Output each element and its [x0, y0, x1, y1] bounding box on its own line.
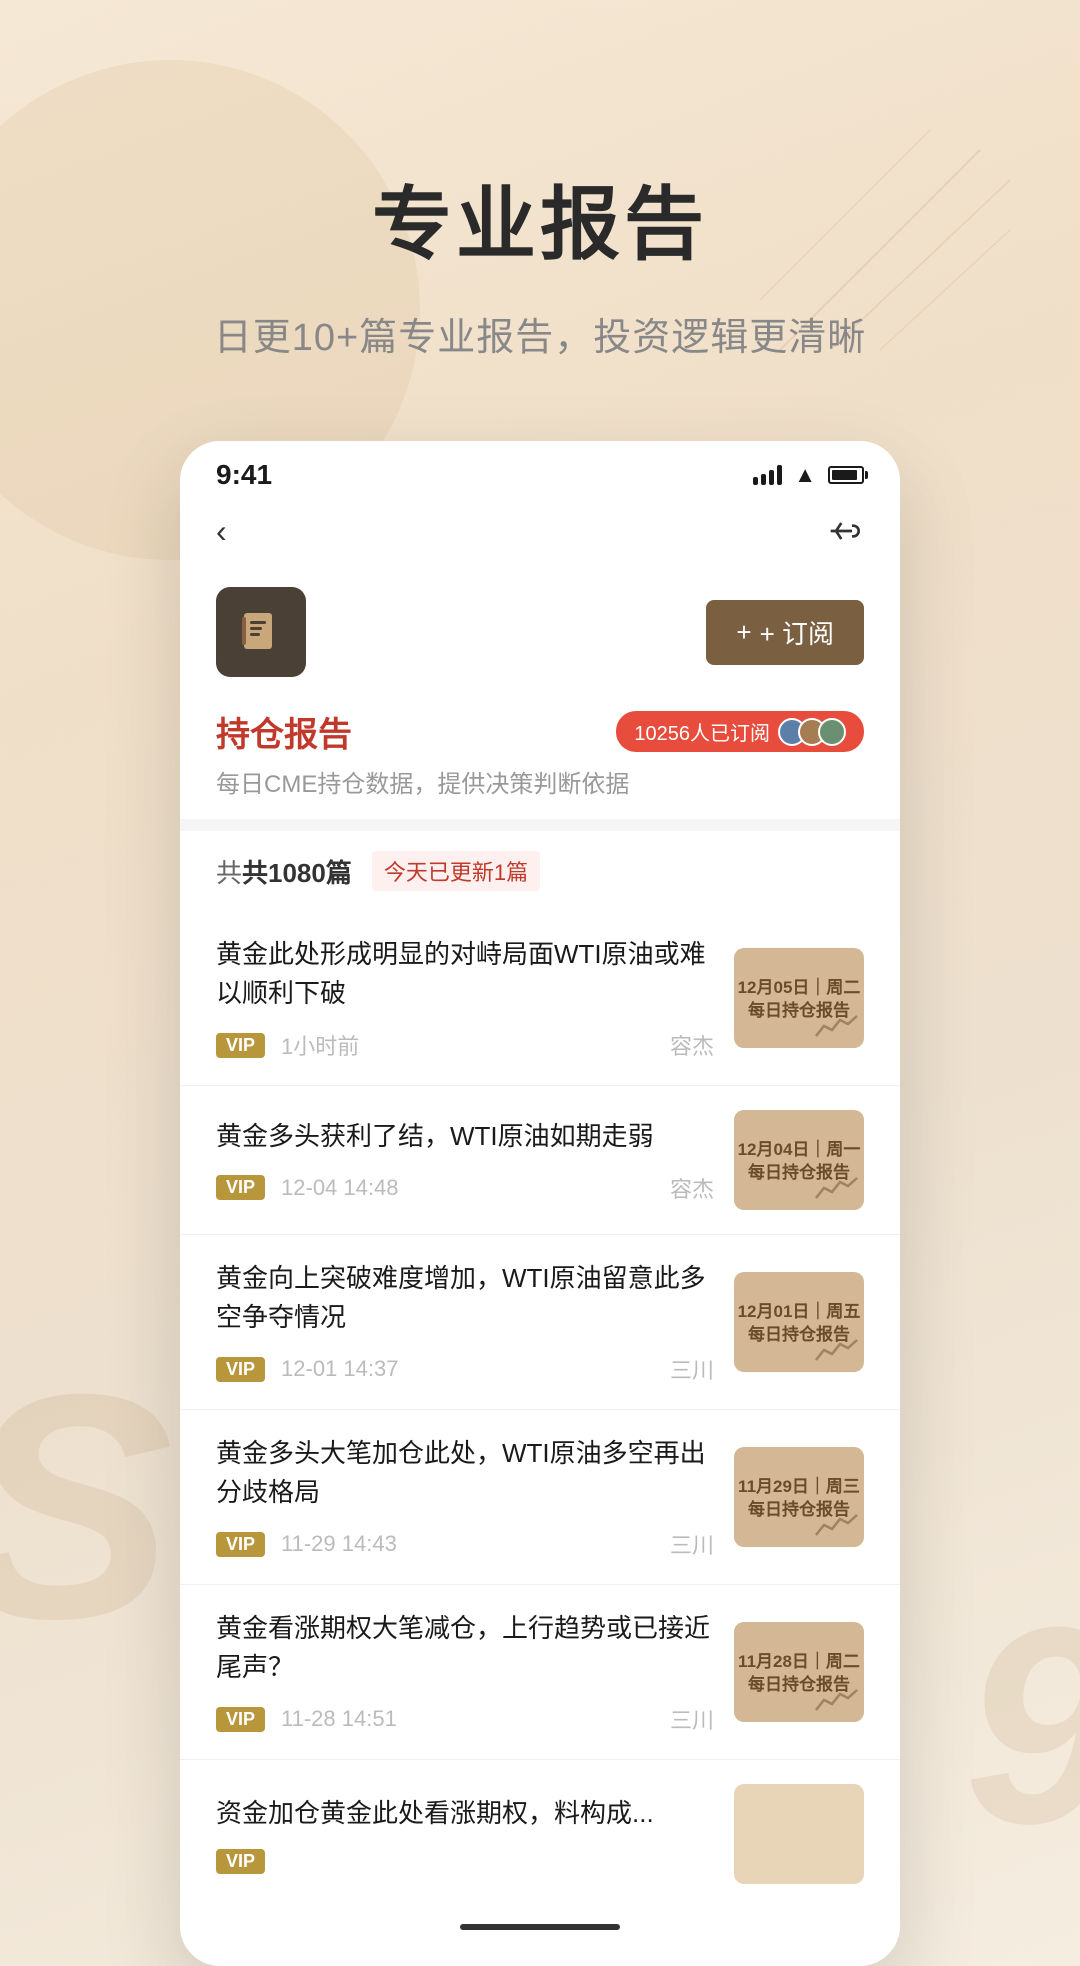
article-content: 资金加仓黄金此处看涨期权，料构成... VIP — [216, 1794, 714, 1874]
article-count: 共共1080篇 — [216, 853, 352, 890]
article-author: 容杰 — [670, 1029, 714, 1061]
article-meta: VIP — [216, 1849, 714, 1874]
article-time: 12-04 14:48 — [281, 1175, 398, 1201]
signal-icon — [753, 465, 782, 485]
channel-name: 持仓报告 — [216, 707, 352, 756]
subscribe-label: + 订阅 — [760, 614, 834, 651]
share-button[interactable] — [824, 511, 864, 551]
back-button[interactable]: ‹ — [216, 513, 227, 550]
page-main-title: 专业报告 — [372, 160, 708, 276]
subscribe-plus: + — [736, 617, 751, 648]
article-content: 黄金向上突破难度增加，WTI原油留意此多空争夺情况 VIP 12-01 14:3… — [216, 1259, 714, 1385]
article-thumbnail — [734, 1784, 864, 1884]
channel-info: 持仓报告 10256人已订阅 每日CME持仓数据，提供决策判断依据 — [180, 697, 900, 819]
list-item[interactable]: 黄金向上突破难度增加，WTI原油留意此多空争夺情况 VIP 12-01 14:3… — [180, 1235, 900, 1410]
article-time: 1小时前 — [281, 1029, 359, 1061]
article-content: 黄金此处形成明显的对峙局面WTI原油或难以顺利下破 VIP 1小时前 容杰 — [216, 935, 714, 1061]
subscriber-count: 10256人已订阅 — [634, 717, 770, 746]
article-meta: VIP 1小时前 容杰 — [216, 1029, 714, 1061]
phone-mockup: 9:41 ▲ ‹ — [180, 441, 900, 1966]
status-bar: 9:41 ▲ — [180, 441, 900, 501]
channel-header: + + 订阅 — [180, 567, 900, 697]
avatar-3 — [818, 718, 846, 746]
bottom-indicator — [180, 1908, 900, 1946]
vip-badge: VIP — [216, 1707, 265, 1732]
thumb-date: 11月29日｜周三 — [738, 1472, 860, 1497]
article-content: 黄金多头大笔加仓此处，WTI原油多空再出分歧格局 VIP 11-29 14:43… — [216, 1434, 714, 1560]
list-item[interactable]: 黄金多头获利了结，WTI原油如期走弱 VIP 12-04 14:48 容杰 12… — [180, 1086, 900, 1235]
article-thumbnail: 12月01日｜周五 每日持仓报告 — [734, 1272, 864, 1372]
article-content: 黄金看涨期权大笔减仓，上行趋势或已接近尾声？ VIP 11-28 14:51 三… — [216, 1609, 714, 1735]
article-time: 12-01 14:37 — [281, 1356, 398, 1382]
article-time: 11-29 14:43 — [281, 1531, 397, 1557]
thumb-date: 12月04日｜周一 — [738, 1135, 861, 1160]
article-thumbnail: 11月29日｜周三 每日持仓报告 — [734, 1447, 864, 1547]
article-meta: VIP 12-04 14:48 容杰 — [216, 1172, 714, 1204]
article-title: 黄金此处形成明显的对峙局面WTI原油或难以顺利下破 — [216, 935, 714, 1013]
list-item[interactable]: 黄金多头大笔加仓此处，WTI原油多空再出分歧格局 VIP 11-29 14:43… — [180, 1410, 900, 1585]
article-title: 黄金看涨期权大笔减仓，上行趋势或已接近尾声？ — [216, 1609, 714, 1687]
nav-bar: ‹ — [180, 501, 900, 567]
article-thumbnail: 11月28日｜周二 每日持仓报告 — [734, 1622, 864, 1722]
subscribe-button[interactable]: + + 订阅 — [706, 600, 864, 665]
list-item[interactable]: 黄金此处形成明显的对峙局面WTI原油或难以顺利下破 VIP 1小时前 容杰 12… — [180, 911, 900, 1086]
section-divider — [180, 819, 900, 831]
article-title: 黄金向上突破难度增加，WTI原油留意此多空争夺情况 — [216, 1259, 714, 1337]
article-meta: VIP 11-29 14:43 三川 — [216, 1528, 714, 1560]
article-title: 资金加仓黄金此处看涨期权，料构成... — [216, 1794, 714, 1833]
article-author: 三川 — [670, 1353, 714, 1385]
status-icons: ▲ — [753, 462, 864, 488]
article-author: 容杰 — [670, 1172, 714, 1204]
article-thumbnail: 12月04日｜周一 每日持仓报告 — [734, 1110, 864, 1210]
wifi-icon: ▲ — [794, 462, 816, 488]
article-thumbnail: 12月05日｜周二 每日持仓报告 — [734, 948, 864, 1048]
channel-description: 每日CME持仓数据，提供决策判断依据 — [216, 764, 864, 799]
article-meta: VIP 12-01 14:37 三川 — [216, 1353, 714, 1385]
channel-icon — [216, 587, 306, 677]
article-list: 黄金此处形成明显的对峙局面WTI原油或难以顺利下破 VIP 1小时前 容杰 12… — [180, 911, 900, 1908]
vip-badge: VIP — [216, 1175, 265, 1200]
thumb-date: 11月28日｜周二 — [738, 1647, 860, 1672]
home-indicator — [460, 1924, 620, 1930]
battery-icon — [828, 466, 864, 484]
list-header: 共共1080篇 今天已更新1篇 — [180, 831, 900, 911]
article-time: 11-28 14:51 — [281, 1706, 397, 1732]
page-subtitle: 日更10+篇专业报告，投资逻辑更清晰 — [214, 306, 866, 361]
list-item[interactable]: 黄金看涨期权大笔减仓，上行趋势或已接近尾声？ VIP 11-28 14:51 三… — [180, 1585, 900, 1760]
article-author: 三川 — [670, 1528, 714, 1560]
thumb-date: 12月05日｜周二 — [738, 973, 861, 998]
vip-badge: VIP — [216, 1532, 265, 1557]
vip-badge: VIP — [216, 1849, 265, 1874]
subscriber-avatars — [778, 718, 846, 746]
article-title: 黄金多头获利了结，WTI原油如期走弱 — [216, 1117, 714, 1156]
vip-badge: VIP — [216, 1357, 265, 1382]
article-title: 黄金多头大笔加仓此处，WTI原油多空再出分歧格局 — [216, 1434, 714, 1512]
update-badge: 今天已更新1篇 — [372, 851, 540, 891]
vip-badge: VIP — [216, 1033, 265, 1058]
article-content: 黄金多头获利了结，WTI原油如期走弱 VIP 12-04 14:48 容杰 — [216, 1117, 714, 1204]
thumb-date: 12月01日｜周五 — [738, 1297, 861, 1322]
status-time: 9:41 — [216, 459, 272, 491]
list-item[interactable]: 资金加仓黄金此处看涨期权，料构成... VIP — [180, 1760, 900, 1908]
article-author: 三川 — [670, 1703, 714, 1735]
article-meta: VIP 11-28 14:51 三川 — [216, 1703, 714, 1735]
subscriber-badge: 10256人已订阅 — [616, 711, 864, 752]
